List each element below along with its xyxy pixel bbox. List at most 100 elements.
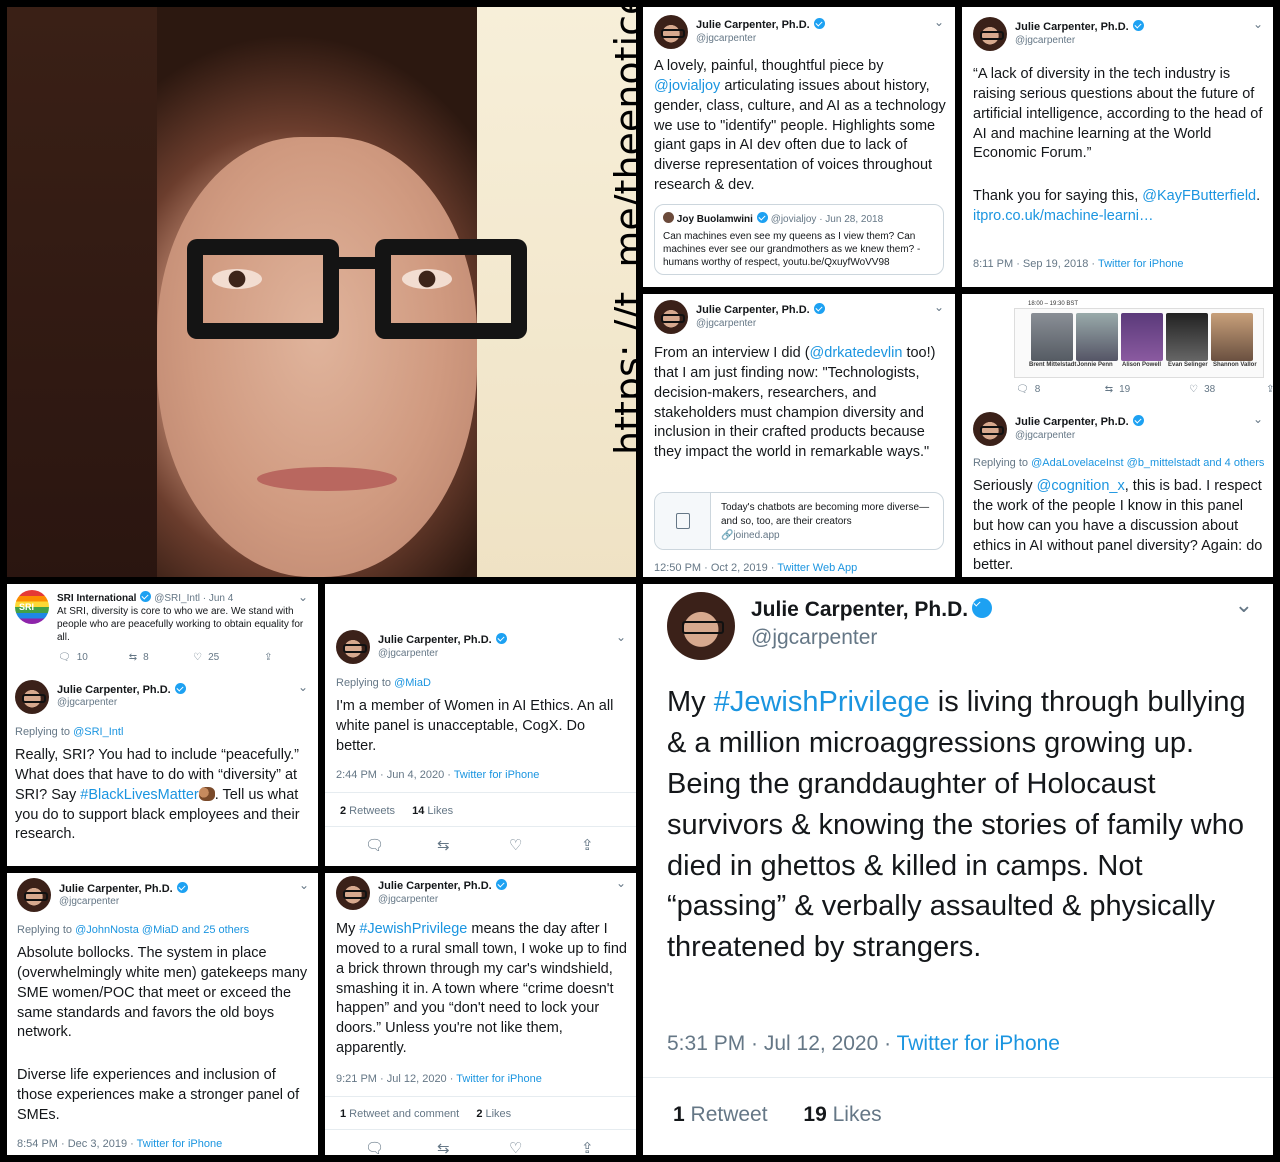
- tweet-panel-3[interactable]: Julie Carpenter, Ph.D. @jgcarpenter ⌄ Fr…: [643, 294, 955, 577]
- author-name[interactable]: Julie Carpenter, Ph.D.: [1015, 416, 1129, 428]
- profile-photo: https: //t. me/theenoticer: [7, 7, 636, 577]
- article-link[interactable]: itpro.co.uk/machine-learni…: [973, 208, 1154, 224]
- author-name[interactable]: Julie Carpenter, Ph.D.: [57, 684, 171, 696]
- engagement-stats[interactable]: 1 Retweet and comment 2 Likes: [340, 1108, 511, 1120]
- retweet-icon[interactable]: ⇆: [129, 652, 137, 663]
- avatar[interactable]: [654, 300, 688, 334]
- engagement-stats[interactable]: 2 Retweets 14 Likes: [340, 805, 453, 817]
- tweet-timestamp: 8:11 PM · Sep 19, 2018 · Twitter for iPh…: [973, 258, 1184, 270]
- author-handle[interactable]: @jgcarpenter: [57, 697, 117, 708]
- retweet-count: 19: [1119, 384, 1131, 395]
- speaker-name: Brent Mittelstadt: [1029, 362, 1077, 368]
- verified-icon: [174, 683, 186, 694]
- tweet-timestamp: 9:21 PM · Jul 12, 2020 · Twitter for iPh…: [336, 1073, 542, 1085]
- tweet-panel-2[interactable]: Julie Carpenter, Ph.D. @jgcarpenter ⌄ “A…: [962, 7, 1273, 287]
- mention-link[interactable]: @KayFButterfield: [1142, 188, 1256, 204]
- chevron-down-icon[interactable]: ⌄: [934, 300, 944, 314]
- author-name[interactable]: Julie Carpenter, Ph.D.: [696, 19, 810, 31]
- reply-icon[interactable]: 🗨: [365, 1139, 437, 1155]
- share-icon[interactable]: ⇪: [581, 836, 594, 854]
- hashtag-link[interactable]: #BlackLivesMatter: [80, 787, 198, 803]
- author-name[interactable]: Julie Carpenter, Ph.D.: [378, 880, 492, 892]
- hashtag-link[interactable]: #JewishPrivilege: [714, 686, 930, 718]
- mention-link[interactable]: @cognition_x: [1037, 478, 1125, 494]
- tweet-panel-7[interactable]: Julie Carpenter, Ph.D. @jgcarpenter ⌄ Re…: [7, 873, 318, 1155]
- sri-handle-date[interactable]: @SRI_Intl · Jun 4: [154, 593, 233, 604]
- like-icon[interactable]: ♡: [509, 1139, 581, 1155]
- chevron-down-icon[interactable]: ⌄: [298, 680, 308, 694]
- avatar[interactable]: [17, 878, 51, 912]
- author-name[interactable]: Julie Carpenter, Ph.D.: [696, 304, 810, 316]
- chevron-down-icon[interactable]: ⌄: [299, 878, 309, 892]
- reply-count: 8: [1034, 384, 1041, 395]
- author-handle[interactable]: @jgcarpenter: [696, 33, 756, 44]
- avatar[interactable]: [336, 876, 370, 910]
- quoted-author-name: Joy Buolamwini: [676, 214, 753, 225]
- share-icon[interactable]: ⇪: [581, 1139, 594, 1155]
- avatar[interactable]: [15, 680, 49, 714]
- speaker-name: Shannon Vallor: [1213, 362, 1257, 368]
- quoted-tweet[interactable]: Joy Buolamwini @jovialjoy · Jun 28, 2018…: [654, 204, 944, 275]
- avatar: [663, 212, 674, 223]
- author-name[interactable]: Julie Carpenter, Ph.D.: [59, 883, 173, 895]
- tweet-text: “A lack of diversity in the tech industr…: [973, 66, 1263, 162]
- tweet-panel-4[interactable]: 18:00 – 19:30 BST Brent Mittelstadt Jonn…: [962, 294, 1273, 577]
- author-handle[interactable]: @jgcarpenter: [59, 896, 119, 907]
- author-handle[interactable]: @jgcarpenter: [1015, 430, 1075, 441]
- like-icon[interactable]: ♡: [509, 836, 581, 854]
- mention-link[interactable]: @jovialjoy: [654, 78, 720, 94]
- tweet-panel-6[interactable]: Julie Carpenter, Ph.D. @jgcarpenter ⌄ Re…: [325, 584, 636, 866]
- tweet-panel-1[interactable]: Julie Carpenter, Ph.D. @jgcarpenter ⌄ A …: [643, 7, 955, 287]
- author-handle[interactable]: @jgcarpenter: [696, 318, 756, 329]
- source-link[interactable]: Twitter Web App: [777, 562, 857, 574]
- chevron-down-icon[interactable]: ⌄: [934, 15, 944, 29]
- source-link[interactable]: Twitter for iPhone: [1098, 258, 1184, 270]
- author-name[interactable]: Julie Carpenter, Ph.D.: [751, 598, 968, 621]
- quoted-text: Can machines even see my queens as I vie…: [663, 231, 921, 268]
- author-handle[interactable]: @jgcarpenter: [751, 626, 877, 650]
- share-icon[interactable]: ⇪: [264, 652, 272, 663]
- tweet-panel-9[interactable]: Julie Carpenter, Ph.D. @jgcarpenter ⌄ My…: [643, 584, 1273, 1155]
- avatar[interactable]: [973, 412, 1007, 446]
- replying-to: Replying to @JohnNosta @MiaD and 25 othe…: [17, 924, 250, 936]
- sri-name[interactable]: SRI International: [57, 593, 136, 604]
- source-link[interactable]: Twitter for iPhone: [137, 1138, 223, 1150]
- chevron-down-icon[interactable]: ⌄: [616, 630, 626, 644]
- tweet-panel-8[interactable]: Julie Carpenter, Ph.D. @jgcarpenter ⌄ My…: [325, 873, 636, 1155]
- source-link[interactable]: Twitter for iPhone: [454, 769, 540, 781]
- engagement-stats[interactable]: 1 Retweet 19 Likes: [673, 1103, 882, 1127]
- tweet-panel-5[interactable]: SRI SRI International @SRI_Intl · Jun 4 …: [7, 584, 318, 866]
- author-name[interactable]: Julie Carpenter, Ph.D.: [1015, 21, 1129, 33]
- avatar[interactable]: [336, 630, 370, 664]
- source-link[interactable]: Twitter for iPhone: [456, 1073, 542, 1085]
- chevron-down-icon[interactable]: ⌄: [1235, 592, 1253, 618]
- hashtag-link[interactable]: #JewishPrivilege: [359, 921, 467, 937]
- reply-icon[interactable]: 🗨: [1016, 384, 1029, 395]
- mention-link[interactable]: @drkatedevlin: [810, 345, 903, 361]
- chevron-down-icon[interactable]: ⌄: [298, 590, 308, 604]
- author-handle[interactable]: @jgcarpenter: [378, 648, 438, 659]
- reply-icon[interactable]: 🗨: [58, 652, 71, 663]
- avatar[interactable]: [973, 17, 1007, 51]
- chevron-down-icon[interactable]: ⌄: [616, 876, 626, 890]
- avatar[interactable]: [667, 592, 735, 660]
- chevron-down-icon[interactable]: ⌄: [1253, 412, 1263, 426]
- retweet-icon[interactable]: ⇆: [1105, 384, 1113, 395]
- author-name[interactable]: Julie Carpenter, Ph.D.: [378, 634, 492, 646]
- author-handle[interactable]: @jgcarpenter: [1015, 35, 1075, 46]
- link-card[interactable]: Today's chatbots are becoming more diver…: [654, 492, 944, 550]
- like-icon[interactable]: ♡: [1189, 384, 1198, 395]
- verified-icon: [813, 303, 825, 314]
- retweet-icon[interactable]: ⇆: [437, 836, 509, 854]
- author-handle[interactable]: @jgcarpenter: [378, 894, 438, 905]
- chevron-down-icon[interactable]: ⌄: [1253, 17, 1263, 31]
- sri-avatar[interactable]: SRI: [15, 590, 49, 624]
- verified-icon: [972, 598, 993, 618]
- like-icon[interactable]: ♡: [193, 652, 202, 663]
- retweet-icon[interactable]: ⇆: [437, 1139, 509, 1155]
- share-icon[interactable]: ⇪: [1266, 384, 1273, 395]
- source-link[interactable]: Twitter for iPhone: [897, 1032, 1060, 1055]
- reply-icon[interactable]: 🗨: [365, 836, 437, 854]
- tweet-text: Seriously @cognition_x, this is bad. I r…: [973, 478, 1263, 574]
- avatar[interactable]: [654, 15, 688, 49]
